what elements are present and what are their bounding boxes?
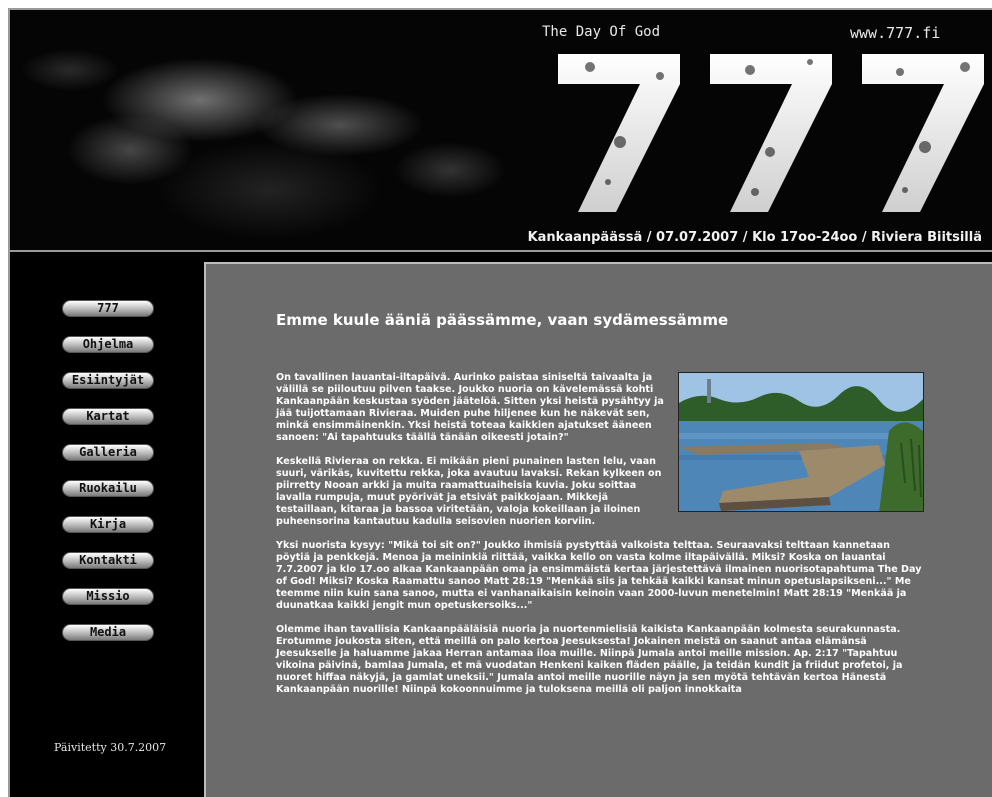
article-paragraph-4: Olemme ihan tavallisia Kankaanpääläisiä … (276, 624, 903, 695)
site-tagline: The Day Of God (542, 24, 661, 40)
sidebar: 777 Ohjelma Esiintyjät Kartat Galleria R… (10, 252, 196, 797)
last-updated: Päivitetty 30.7.2007 (54, 741, 167, 754)
page-title: Emme kuule ääniä päässämme, vaan sydämes… (276, 311, 729, 329)
nav-item-kontakti[interactable]: Kontakti (62, 552, 154, 569)
site-url: www.777.fi (850, 24, 941, 42)
article-paragraph-3: Yksi nuorista kysyy: "Mikä toi sit on?" … (276, 540, 922, 611)
main-nav: 777 Ohjelma Esiintyjät Kartat Galleria R… (62, 300, 154, 660)
page-frame: The Day Of God www.777.fi Kankaanpäässä … (8, 8, 992, 797)
nav-item-esiintyjat[interactable]: Esiintyjät (62, 372, 154, 389)
nav-item-ruokailu[interactable]: Ruokailu (62, 480, 154, 497)
article-body: On tavallinen lauantai-iltapäivä. Aurink… (276, 372, 924, 708)
nav-item-missio[interactable]: Missio (62, 588, 154, 605)
nav-item-kirja[interactable]: Kirja (62, 516, 154, 533)
nav-item-777[interactable]: 777 (62, 300, 154, 317)
lake-pier-image (679, 373, 923, 511)
nav-item-ohjelma[interactable]: Ohjelma (62, 336, 154, 353)
nav-item-media[interactable]: Media (62, 624, 154, 641)
logo-777 (558, 54, 984, 212)
event-info: Kankaanpäässä / 07.07.2007 / Klo 17oo-24… (527, 230, 982, 245)
nav-item-galleria[interactable]: Galleria (62, 444, 154, 461)
lake-pier-photo (678, 372, 924, 512)
site-header: The Day Of God www.777.fi Kankaanpäässä … (10, 10, 992, 252)
nav-item-kartat[interactable]: Kartat (62, 408, 154, 425)
main-content: Emme kuule ääniä päässämme, vaan sydämes… (204, 262, 992, 797)
